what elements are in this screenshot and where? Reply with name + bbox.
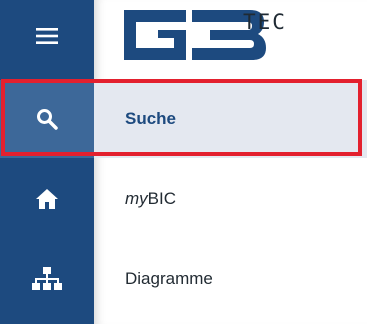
diagram-rail-button[interactable] bbox=[0, 240, 94, 318]
app-root: TEC Suche my BIC Diagramme bbox=[0, 0, 367, 324]
nav-item-label: Suche bbox=[125, 109, 177, 128]
org-chart-icon bbox=[32, 267, 62, 290]
search-rail-button[interactable] bbox=[0, 80, 94, 158]
icon-rail bbox=[0, 0, 94, 324]
home-icon bbox=[36, 189, 58, 209]
nav-item-label: BIC bbox=[147, 189, 177, 208]
logo-tec-label: TEC bbox=[243, 10, 287, 34]
hamburger-menu-icon bbox=[36, 28, 58, 44]
nav-item-label: Diagramme bbox=[125, 269, 213, 288]
nav-item-diagramme[interactable]: Diagramme bbox=[94, 240, 367, 318]
search-icon bbox=[37, 109, 58, 130]
menu-button[interactable] bbox=[0, 0, 94, 72]
nav-item-prefix: my bbox=[125, 189, 148, 208]
home-rail-button[interactable] bbox=[0, 160, 94, 238]
nav-item-mybic[interactable]: my BIC bbox=[94, 160, 367, 238]
nav-item-suche[interactable]: Suche bbox=[94, 80, 367, 158]
